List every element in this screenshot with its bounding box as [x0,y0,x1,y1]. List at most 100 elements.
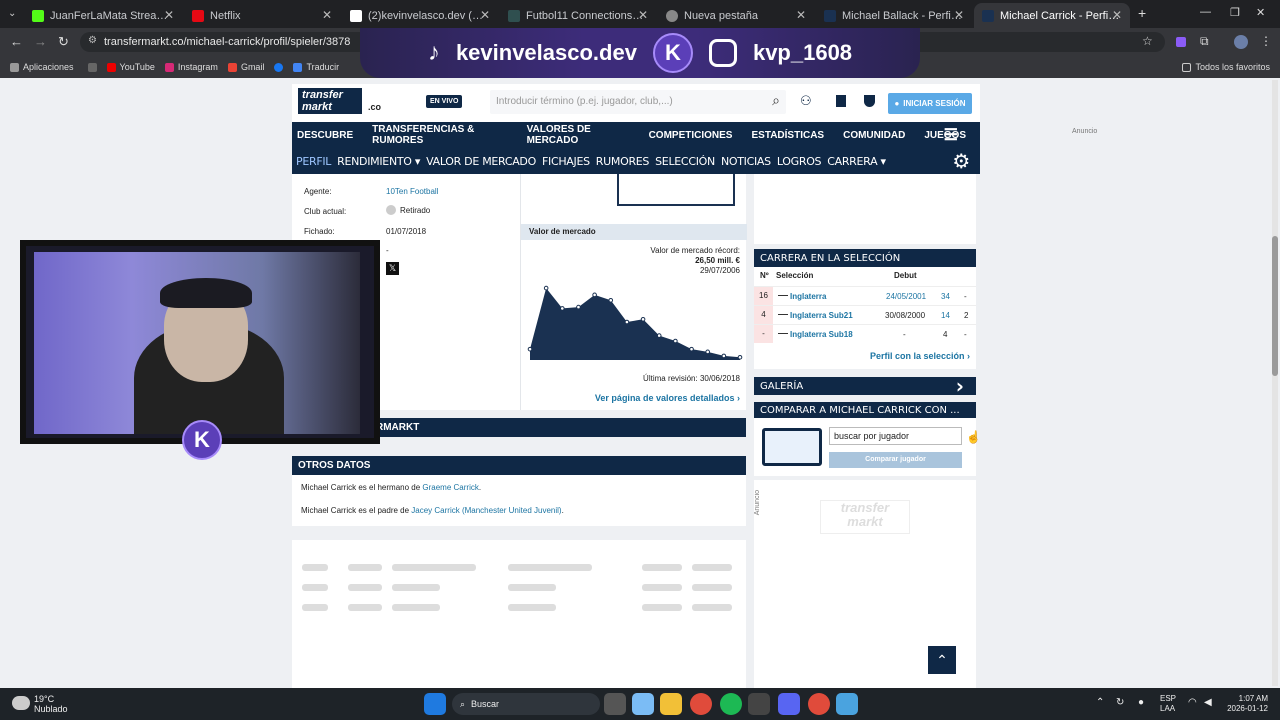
chart-point[interactable] [576,304,581,310]
page-scrollbar-thumb[interactable] [1272,236,1278,376]
close-window-icon[interactable]: ✕ [1256,6,1265,19]
nav-market-values[interactable]: VALORES DE MERCADO [527,124,630,146]
chart-point[interactable] [608,297,614,303]
tab-2[interactable]: Netflix ✕ [184,3,340,28]
chevron-right-icon[interactable]: › [956,374,964,398]
chart-point[interactable] [592,292,597,298]
chart-point[interactable] [624,319,630,325]
site-info-icon[interactable]: ⚙ [88,35,97,46]
detail-values-link[interactable]: Ver página de valores detallados › [595,393,740,403]
team-link[interactable]: Inglaterra Sub21 [790,311,853,320]
team-link[interactable]: Inglaterra Sub18 [790,330,853,339]
subnav-market-value[interactable]: VALOR DE MERCADO [426,155,536,168]
bookmark-translate[interactable]: Traducir [293,62,339,72]
subnav-performance[interactable]: RENDIMIENTO ▾ [337,155,420,168]
chart-point[interactable] [543,285,549,291]
nav-competitions[interactable]: COMPETICIONES [649,130,733,141]
forward-icon[interactable]: → [34,34,47,49]
tab-3[interactable]: (2)kevinvelasco.dev (@kevinvel✕ [342,3,498,28]
tab-4[interactable]: Futbol11 Connections - Play Fo✕ [500,3,656,28]
close-icon[interactable]: ✕ [164,8,174,22]
sync-icon[interactable]: ↻ [1116,697,1124,708]
puzzle-icon[interactable]: ⧉ [1200,34,1209,49]
volume-icon[interactable]: ◀ [1204,697,1212,708]
gear-icon[interactable]: ⚙ [952,149,970,173]
compare-search-input[interactable]: buscar por jugador [829,427,962,445]
hamburger-icon[interactable]: ☰ [944,125,958,145]
team-link[interactable]: Inglaterra [790,292,826,301]
nav-statistics[interactable]: ESTADÍSTICAS [751,130,824,141]
subnav-transfers[interactable]: FICHAJES [542,155,590,168]
x-social-icon[interactable]: 𝕏 [386,262,399,275]
tab-5[interactable]: Nueva pestaña ✕ [658,3,814,28]
apps-link[interactable]: 14 [941,311,950,320]
subnav-profile[interactable]: PERFIL [296,155,331,168]
brother-link[interactable]: Graeme Carrick [422,483,478,492]
photos-icon[interactable] [836,693,858,715]
chart-point[interactable] [640,316,646,322]
subnav-national[interactable]: SELECCIÓN [655,155,715,168]
search-input[interactable]: Introducir término (p.ej. jugador, club,… [490,90,786,114]
market-value-chart[interactable] [527,284,743,366]
subnav-news[interactable]: NOTICIAS [721,155,771,168]
nav-transfers[interactable]: TRANSFERENCIAS & RUMORES [372,124,507,146]
apps-link[interactable]: 34 [941,292,950,301]
new-tab-icon[interactable]: + [1138,5,1146,21]
nav-community[interactable]: COMUNIDAD [843,130,905,141]
chart-point[interactable] [527,346,533,352]
live-badge[interactable]: EN VIVO [426,95,463,108]
user-settings-icon[interactable]: ⚇ [800,93,812,109]
tab-search-icon[interactable]: ⌄ [8,8,16,19]
son-link[interactable]: Jacey Carrick (Manchester United Juvenil… [411,506,561,515]
shield-icon[interactable] [864,95,875,107]
bookmark-icon[interactable] [836,95,846,107]
wifi-icon[interactable]: ◠ [1188,697,1197,708]
chrome-icon[interactable] [690,693,712,715]
task-view-icon[interactable] [604,693,626,715]
tray-chevron-icon[interactable]: ⌃ [1096,697,1104,708]
copilot-icon[interactable] [632,693,654,715]
bookmark-apps[interactable]: Aplicaciones [10,62,74,72]
scroll-top-button[interactable]: ⌃ [928,646,956,674]
tab-7-active[interactable]: Michael Carrick - Perfil del juga✕ [974,3,1130,28]
chart-point[interactable] [737,354,743,360]
file-explorer-icon[interactable] [660,693,682,715]
chart-point[interactable] [560,306,565,311]
subnav-achievements[interactable]: LOGROS [777,155,822,168]
chart-point[interactable] [689,346,694,352]
chart-point[interactable] [656,333,662,338]
bookmark-all[interactable]: Todos los favoritos [1182,62,1270,72]
start-icon[interactable] [424,693,446,715]
nav-discover[interactable]: DESCUBRE [297,130,353,141]
search-icon[interactable]: ⌕ [772,92,780,109]
chart-point[interactable] [721,353,727,359]
page-scrollbar-track[interactable] [1272,80,1278,686]
clock[interactable]: 1:07 AM 2026-01-12 [1222,694,1268,714]
menu-icon[interactable]: ⋮ [1260,34,1272,48]
login-button[interactable]: ● INICIAR SESIÓN [888,93,972,114]
weather-icon[interactable] [12,696,30,710]
weather-widget[interactable]: 19°C Nublado [34,694,68,714]
subnav-career[interactable]: CARRERA ▾ [827,155,886,168]
bookmark-grid[interactable] [87,62,97,72]
bookmark-gmail[interactable]: Gmail [227,62,264,72]
star-icon[interactable]: ☆ [1142,34,1153,48]
discord-icon[interactable] [778,693,800,715]
back-icon[interactable]: ← [10,34,23,49]
close-icon[interactable]: ✕ [480,8,490,22]
reload-icon[interactable]: ↻ [58,34,69,50]
gallery-header[interactable]: GALERÍA › [754,374,976,398]
bookmark-youtube[interactable]: YouTube [106,62,155,72]
chart-point[interactable] [673,338,678,344]
debut-link[interactable]: 24/05/2001 [886,292,926,301]
site-logo[interactable]: transfer markt [298,88,362,114]
app-icon[interactable] [748,693,770,715]
close-icon[interactable]: ✕ [1112,8,1122,22]
close-icon[interactable]: ✕ [954,8,964,22]
bookmark-instagram[interactable]: Instagram [164,62,218,72]
extension-icon[interactable] [1176,37,1186,47]
close-icon[interactable]: ✕ [796,8,806,22]
bookmark-facebook[interactable] [274,62,284,72]
agent-link[interactable]: 10Ten Football [386,187,438,196]
spotify-icon[interactable] [720,693,742,715]
